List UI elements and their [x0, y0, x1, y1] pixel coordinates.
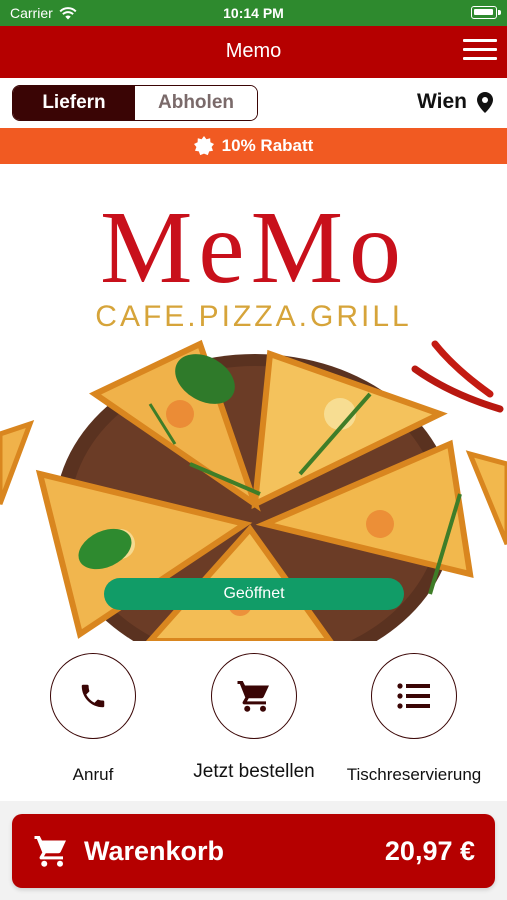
restaurant-logo: MeMo — [99, 190, 408, 305]
table-reservation-action[interactable]: Tischreservierung — [339, 653, 489, 785]
order-mode-row: Liefern Abholen Wien — [0, 78, 507, 128]
call-action[interactable]: Anruf — [18, 653, 168, 785]
location-pin-icon — [477, 91, 493, 113]
cart-label: Warenkorb — [84, 835, 225, 866]
battery-icon — [471, 6, 497, 19]
cart-button[interactable]: Warenkorb 20,97 € — [12, 814, 495, 888]
order-now-button[interactable] — [211, 653, 297, 739]
call-button[interactable] — [50, 653, 136, 739]
page-title: Memo — [225, 40, 282, 62]
order-mode-toggle: Liefern Abholen — [12, 85, 258, 121]
phone-icon — [81, 684, 105, 708]
hamburger-menu-icon[interactable] — [463, 39, 497, 65]
order-now-action[interactable]: Jetzt bestellen — [179, 653, 329, 783]
cart-icon — [34, 836, 66, 867]
discount-text: 10% Rabatt — [221, 136, 314, 155]
call-label: Anruf — [72, 765, 114, 784]
restaurant-tagline: CAFE.PIZZA.GRILL — [95, 300, 412, 333]
delivery-tab[interactable]: Liefern — [13, 86, 135, 120]
pickup-tab[interactable]: Abholen — [135, 86, 257, 120]
cart-total: 20,97 € — [384, 835, 475, 866]
app-header: Memo — [0, 26, 507, 78]
discount-banner[interactable]: 10% Rabatt — [0, 128, 507, 164]
list-icon — [397, 683, 430, 709]
location-city: Wien — [417, 90, 467, 113]
open-status-button[interactable]: Geöffnet — [104, 578, 404, 610]
quick-actions: Anruf Jetzt bestellen Tischreservierung — [0, 641, 507, 801]
table-reservation-label: Tischreservierung — [346, 765, 482, 784]
hero-banner: MeMo CAFE.PIZZA.GRILL — [0, 164, 507, 641]
location-selector[interactable]: Wien — [417, 90, 493, 114]
cart-icon — [237, 681, 269, 712]
status-bar: Carrier 10:14 PM — [0, 0, 507, 26]
order-now-label: Jetzt bestellen — [193, 761, 315, 782]
battery-tip — [498, 10, 501, 15]
clock: 10:14 PM — [223, 5, 284, 21]
discount-badge-icon — [193, 136, 214, 156]
table-reservation-button[interactable] — [371, 653, 457, 739]
